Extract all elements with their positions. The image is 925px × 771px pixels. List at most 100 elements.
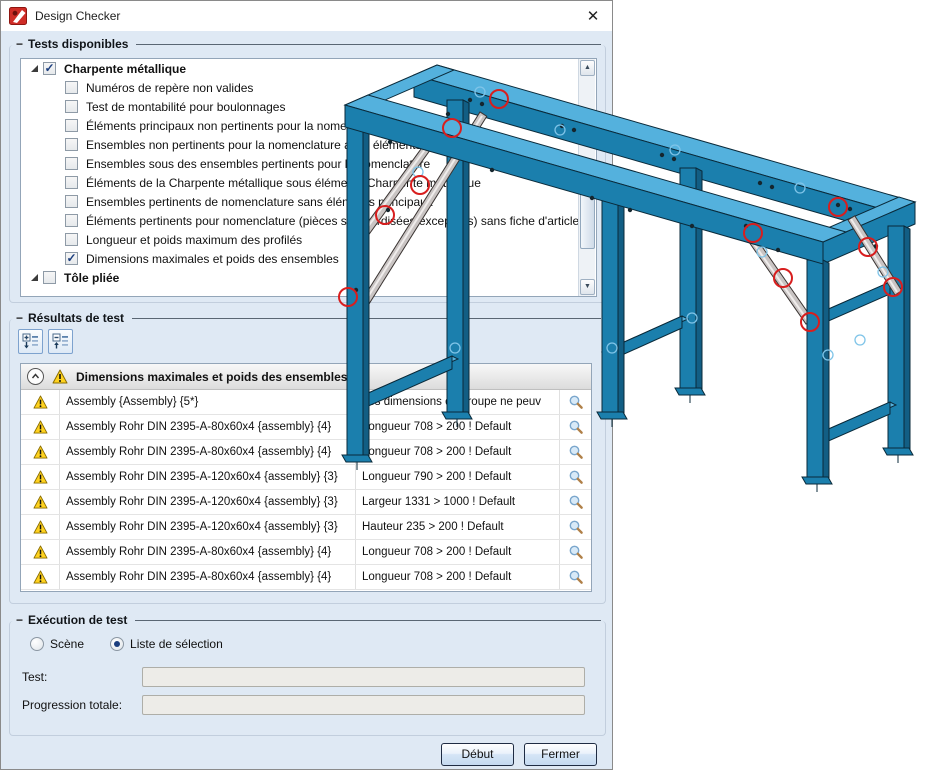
- result-warning-cell: [21, 490, 59, 514]
- total-progress-label: Progression totale:: [22, 698, 142, 712]
- magnifier-icon: [568, 494, 584, 510]
- app-icon: [9, 7, 27, 25]
- tree-item[interactable]: Éléments principaux non pertinents pour …: [21, 116, 596, 135]
- collapse-section-icon[interactable]: [27, 368, 44, 385]
- tree-item[interactable]: Ensembles sous des ensembles pertinents …: [21, 154, 596, 173]
- result-row[interactable]: Assembly Rohr DIN 2395-A-80x60x4 {assemb…: [21, 415, 591, 440]
- tree-item-checkbox[interactable]: [65, 81, 78, 94]
- tree-item-checkbox[interactable]: [65, 119, 78, 132]
- warning-icon: [33, 545, 48, 559]
- tree-item[interactable]: Ensembles non pertinents pour la nomencl…: [21, 135, 596, 154]
- view-result-button[interactable]: [559, 415, 591, 439]
- tree-item-checkbox[interactable]: [65, 214, 78, 227]
- tree-item-checkbox[interactable]: [65, 138, 78, 151]
- magnifier-icon: [568, 394, 584, 410]
- tree-item-label: Test de montabilité pour boulonnages: [84, 100, 285, 114]
- results-rows: Assembly {Assembly} {5*}Les dimensions d…: [21, 390, 591, 590]
- available-tests-tree[interactable]: ✓ Charpente métallique Numéros de repère n…: [20, 58, 597, 297]
- tree-item[interactable]: ✓Dimensions maximales et poids des ensem…: [21, 249, 596, 268]
- result-row[interactable]: Assembly Rohr DIN 2395-A-120x60x4 {assem…: [21, 515, 591, 540]
- result-row[interactable]: Assembly {Assembly} {5*}Les dimensions d…: [21, 390, 591, 415]
- radio-selection-list-control[interactable]: [110, 637, 124, 651]
- result-warning-cell: [21, 465, 59, 489]
- result-message: Longueur 708 > 200 ! Default: [355, 440, 559, 464]
- expand-all-results-button[interactable]: [18, 329, 43, 354]
- tree-expand-icon[interactable]: [27, 65, 41, 72]
- title-bar[interactable]: Design Checker ✕: [1, 1, 612, 31]
- tree-list: ✓ Charpente métallique Numéros de repère n…: [21, 59, 596, 287]
- result-message: Longueur 708 > 200 ! Default: [355, 415, 559, 439]
- tree-item-checkbox[interactable]: [43, 271, 56, 284]
- warning-icon: [52, 369, 68, 384]
- scrollbar-thumb[interactable]: [580, 186, 595, 249]
- result-message: Les dimensions du groupe ne peuv: [355, 390, 559, 414]
- magnifier-icon: [568, 569, 584, 585]
- close-button[interactable]: Fermer: [524, 743, 597, 766]
- close-icon[interactable]: ✕: [582, 7, 604, 25]
- group-collapse-icon[interactable]: −: [14, 613, 28, 627]
- tree-item[interactable]: Éléments de la Charpente métallique sous…: [21, 173, 596, 192]
- start-button[interactable]: Début: [441, 743, 514, 766]
- view-result-button[interactable]: [559, 540, 591, 564]
- view-result-button[interactable]: [559, 390, 591, 414]
- collapse-all-results-button[interactable]: [48, 329, 73, 354]
- tree-item[interactable]: Longueur et poids maximum des profilés: [21, 230, 596, 249]
- tree-item[interactable]: Test de montabilité pour boulonnages: [21, 97, 596, 116]
- radio-selection-list-label: Liste de sélection: [130, 637, 223, 651]
- result-row[interactable]: Assembly Rohr DIN 2395-A-120x60x4 {assem…: [21, 465, 591, 490]
- group-rule: [135, 620, 601, 621]
- warning-icon: [33, 420, 48, 434]
- results-header-row[interactable]: Dimensions maximales et poids des ensemb…: [21, 364, 591, 390]
- result-assembly-name: Assembly Rohr DIN 2395-A-80x60x4 {assemb…: [59, 565, 355, 589]
- radio-selection-list[interactable]: Liste de sélection: [110, 637, 223, 651]
- tree-item-checkbox[interactable]: ✓: [65, 252, 78, 265]
- view-result-button[interactable]: [559, 490, 591, 514]
- result-assembly-name: Assembly Rohr DIN 2395-A-80x60x4 {assemb…: [59, 440, 355, 464]
- app-canvas: { "window": { "title": "Design Checker" …: [0, 0, 925, 771]
- result-row[interactable]: Assembly Rohr DIN 2395-A-120x60x4 {assem…: [21, 490, 591, 515]
- result-warning-cell: [21, 440, 59, 464]
- tree-item-label: Ensembles pertinents de nomenclature san…: [84, 195, 433, 209]
- group-collapse-icon[interactable]: −: [14, 37, 28, 51]
- scroll-up-icon[interactable]: ▲: [580, 60, 595, 76]
- tree-item[interactable]: Tôle pliée: [21, 268, 596, 287]
- tree-expand-icon[interactable]: [27, 274, 41, 281]
- view-result-button[interactable]: [559, 515, 591, 539]
- view-result-button[interactable]: [559, 565, 591, 589]
- radio-scene-control[interactable]: [30, 637, 44, 651]
- tree-item-checkbox[interactable]: [65, 233, 78, 246]
- test-progress-label: Test:: [22, 670, 142, 684]
- tree-item[interactable]: Numéros de repère non valides: [21, 78, 596, 97]
- tree-item[interactable]: Ensembles pertinents de nomenclature san…: [21, 192, 596, 211]
- group-rule: [136, 44, 601, 45]
- tree-item[interactable]: ✓ Charpente métallique: [21, 59, 596, 78]
- scroll-down-icon[interactable]: ▼: [580, 279, 595, 295]
- tree-item-checkbox[interactable]: [65, 195, 78, 208]
- tests-group-title: Tests disponibles: [28, 37, 128, 51]
- result-row[interactable]: Assembly Rohr DIN 2395-A-80x60x4 {assemb…: [21, 565, 591, 590]
- result-message: Longueur 708 > 200 ! Default: [355, 540, 559, 564]
- collapse-all-icon: [52, 333, 69, 350]
- group-rule: [132, 318, 601, 319]
- tree-item-label: Éléments pertinents pour nomenclature (p…: [84, 214, 579, 228]
- tree-item-checkbox[interactable]: [65, 176, 78, 189]
- tree-scrollbar[interactable]: ▲ ▼: [578, 59, 595, 296]
- result-row[interactable]: Assembly Rohr DIN 2395-A-80x60x4 {assemb…: [21, 440, 591, 465]
- tree-item-checkbox[interactable]: [65, 100, 78, 113]
- tree-item-checkbox[interactable]: ✓: [43, 62, 56, 75]
- tree-indent: [25, 144, 63, 145]
- tree-item-checkbox[interactable]: [65, 157, 78, 170]
- tree-item[interactable]: Éléments pertinents pour nomenclature (p…: [21, 211, 596, 230]
- tree-item-label: Charpente métallique: [62, 62, 186, 76]
- tree-indent: [25, 106, 63, 107]
- tree-item-label: Éléments de la Charpente métallique sous…: [84, 176, 481, 190]
- view-result-button[interactable]: [559, 440, 591, 464]
- warning-icon: [33, 520, 48, 534]
- group-collapse-icon[interactable]: −: [14, 311, 28, 325]
- radio-scene[interactable]: Scène: [30, 637, 84, 651]
- view-result-button[interactable]: [559, 465, 591, 489]
- tree-indent: [25, 163, 63, 164]
- result-message: Largeur 1331 > 1000 ! Default: [355, 490, 559, 514]
- test-results-list: Dimensions maximales et poids des ensemb…: [20, 363, 592, 592]
- result-row[interactable]: Assembly Rohr DIN 2395-A-80x60x4 {assemb…: [21, 540, 591, 565]
